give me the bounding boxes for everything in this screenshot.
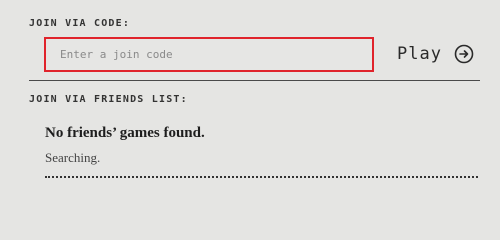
section-divider [29, 80, 480, 81]
no-friends-games-message: No friends’ games found. [45, 125, 205, 141]
play-button-label: Play [397, 44, 442, 64]
join-code-field-wrapper [44, 37, 374, 72]
searching-status-text: Searching. [45, 150, 101, 165]
join-via-code-label: JOIN VIA CODE: [29, 18, 131, 29]
join-via-friends-list-label: JOIN VIA FRIENDS LIST: [29, 94, 188, 105]
arrow-right-circle-icon [454, 44, 474, 64]
join-code-input[interactable] [46, 39, 372, 70]
play-button[interactable]: Play [397, 40, 474, 68]
dotted-divider [45, 176, 478, 178]
